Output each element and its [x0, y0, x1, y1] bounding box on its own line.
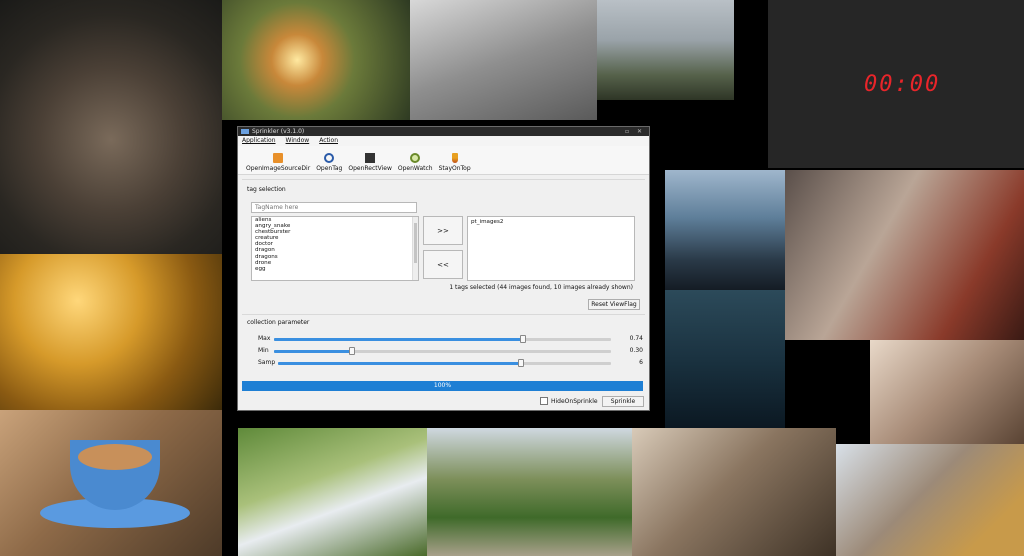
photo-boardwalk-path: [427, 428, 632, 556]
photo-night-road: [665, 290, 785, 428]
photo-sunlit-leaf: [222, 0, 410, 120]
menu-bar: Application Window Action: [238, 136, 649, 146]
slider-fill: [278, 362, 522, 365]
toolbar-label: OpenRectView: [348, 165, 392, 172]
slider-track[interactable]: [274, 335, 611, 343]
tag-name-input[interactable]: [251, 202, 417, 213]
checkbox-label: HideOnSprinkle: [551, 397, 598, 405]
slider-track[interactable]: [274, 347, 611, 355]
open-image-source-dir-button[interactable]: OpenImageSourceDir: [246, 153, 310, 172]
slider-fill: [274, 350, 352, 353]
clock-widget: 00:00: [768, 0, 1024, 168]
photo-kitten-golden-field: [0, 254, 222, 410]
slider-value: 0.30: [629, 347, 643, 354]
divider: [242, 179, 645, 180]
slider-handle[interactable]: [520, 335, 527, 343]
sprinkle-button[interactable]: Sprinkle: [602, 396, 644, 407]
app-icon: [241, 129, 249, 134]
magnify-icon: [324, 153, 335, 163]
photo-sleeping-tabby: [836, 444, 1024, 556]
photo-city-bokeh: [665, 170, 785, 290]
folder-icon: [273, 153, 284, 163]
photo-cat-lying-bw: [410, 0, 597, 120]
tag-list-scrollbar[interactable]: [412, 217, 418, 280]
monitor-icon: [365, 153, 376, 163]
photo-sleeping-kitten: [870, 340, 1024, 444]
photo-cat-profile: [632, 428, 836, 556]
slider-fill: [274, 338, 524, 341]
selected-tag-list[interactable]: pt_images2: [467, 216, 635, 281]
menu-application[interactable]: Application: [242, 136, 276, 146]
photo-latte-cup: [0, 410, 222, 556]
list-item[interactable]: pt_images2: [471, 219, 631, 225]
photo-white-cat-closeup: [785, 170, 1024, 340]
tag-selection-heading: tag selection: [247, 186, 286, 193]
window-title: Sprinkler (v3.1.0): [252, 128, 305, 135]
selection-status: 1 tags selected (44 images found, 10 ima…: [449, 284, 633, 291]
toolbar-label: OpenImageSourceDir: [246, 165, 311, 172]
pin-icon: [451, 153, 458, 163]
open-watch-button[interactable]: OpenWatch: [398, 153, 433, 172]
reset-view-flag-button[interactable]: Reset ViewFlag: [588, 299, 640, 310]
remove-tag-button[interactable]: <<: [423, 250, 463, 279]
window-controls[interactable]: ▫ ✕: [625, 127, 645, 136]
slider-handle[interactable]: [518, 359, 525, 367]
scrollbar-thumb[interactable]: [414, 223, 417, 263]
slider-track[interactable]: [278, 359, 611, 367]
toolbar: OpenImageSourceDir OpenTag OpenRectView …: [238, 146, 649, 175]
photo-white-cat-grass: [238, 428, 427, 556]
hide-on-sprinkle-checkbox[interactable]: HideOnSprinkle: [540, 397, 598, 405]
toolbar-label: OpenWatch: [397, 165, 433, 172]
slider-value: 6: [639, 359, 643, 366]
slider-min: Min 0.30: [258, 347, 643, 355]
slider-label: Max: [258, 335, 271, 342]
open-rect-view-button[interactable]: OpenRectView: [348, 153, 392, 172]
divider: [242, 314, 645, 315]
slider-max: Max 0.74: [258, 335, 643, 343]
latte-foam-shape: [78, 444, 152, 470]
clock-display: 00:00: [864, 72, 941, 97]
slider-samp: Samp 6: [258, 359, 643, 367]
tag-list[interactable]: aliens angry_snake chestburster creature…: [251, 216, 419, 281]
add-tag-button[interactable]: >>: [423, 216, 463, 245]
toolbar-label: StayOnTop: [438, 165, 471, 172]
slider-value: 0.74: [629, 335, 643, 342]
sprinkler-window: Sprinkler (v3.1.0) ▫ ✕ Application Windo…: [237, 126, 650, 411]
slider-handle[interactable]: [348, 347, 355, 355]
watch-icon: [410, 153, 421, 163]
window-titlebar[interactable]: Sprinkler (v3.1.0) ▫ ✕: [238, 127, 649, 136]
progress-text: 100%: [433, 382, 452, 389]
slider-label: Min: [258, 347, 269, 354]
collection-parameter-heading: collection parameter: [247, 319, 310, 326]
photo-crystal-ball: [597, 0, 734, 100]
open-tag-button[interactable]: OpenTag: [316, 153, 342, 172]
menu-window[interactable]: Window: [286, 136, 310, 146]
checkbox-box[interactable]: [540, 397, 548, 405]
stay-on-top-button[interactable]: StayOnTop: [439, 153, 471, 172]
slider-label: Samp: [258, 359, 276, 366]
toolbar-label: OpenTag: [316, 165, 343, 172]
menu-action[interactable]: Action: [319, 136, 338, 146]
list-item[interactable]: egg: [252, 266, 418, 272]
progress-bar: 100%: [242, 381, 643, 391]
photo-tabby-cat-portrait: [0, 0, 222, 254]
